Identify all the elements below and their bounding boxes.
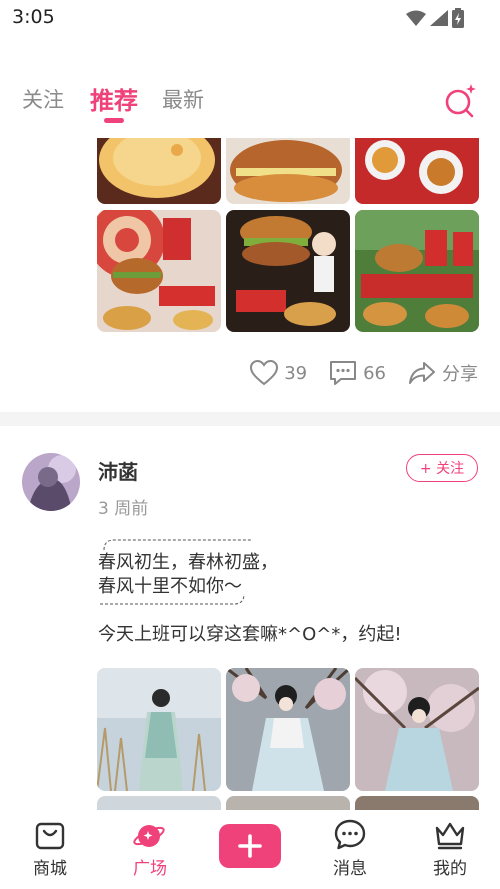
nav-profile[interactable]: 我的 <box>410 818 490 879</box>
post-photo[interactable] <box>97 796 221 810</box>
post-divider <box>0 412 500 426</box>
quote-line: 春风初生，春林初盛， <box>98 552 278 573</box>
cellular-signal-icon <box>430 10 448 26</box>
battery-icon <box>452 8 464 28</box>
post-photo[interactable] <box>226 210 350 332</box>
post-photo[interactable] <box>355 668 479 791</box>
tab-recommended[interactable]: 推荐 <box>90 81 138 116</box>
post-photo[interactable] <box>226 796 350 810</box>
chat-bubble-icon <box>334 819 366 850</box>
nav-messages[interactable]: 消息 <box>310 818 390 879</box>
planet-icon <box>133 825 165 847</box>
wifi-icon <box>406 10 426 26</box>
top-tab-bar: 关注 推荐 最新 <box>0 78 500 128</box>
post-photo[interactable] <box>355 138 479 204</box>
avatar[interactable] <box>22 453 80 511</box>
create-post-button[interactable] <box>219 824 281 868</box>
nav-label: 消息 <box>333 859 367 879</box>
post-photo[interactable] <box>355 796 479 810</box>
nav-mall[interactable]: 商城 <box>10 818 90 879</box>
quote-block: 春风初生，春林初盛， 春风十里不如你～ <box>98 536 278 608</box>
status-icons <box>406 8 464 28</box>
post-photo[interactable] <box>226 138 350 204</box>
status-time: 3:05 <box>12 6 55 28</box>
share-button[interactable]: 分享 <box>408 360 478 386</box>
nav-label: 广场 <box>133 859 167 879</box>
post-photo[interactable] <box>355 210 479 332</box>
post-photo[interactable] <box>97 668 221 791</box>
tab-latest[interactable]: 最新 <box>162 84 204 114</box>
nav-plaza[interactable]: 广场 <box>110 818 190 879</box>
bottom-nav: 商城 广场 消息 我的 <box>0 810 500 889</box>
quote-line: 春风十里不如你～ <box>98 576 242 597</box>
share-icon <box>409 362 435 384</box>
active-tab-indicator <box>104 118 124 123</box>
nav-label: 我的 <box>433 859 467 879</box>
post-photo[interactable] <box>97 138 221 204</box>
nav-label: 商城 <box>33 859 67 879</box>
post-stats-row: 39 66 分享 <box>228 358 478 388</box>
comment-count: 66 <box>363 362 386 384</box>
like-count: 39 <box>284 362 308 384</box>
bag-icon <box>35 822 65 850</box>
post-time: 3 周前 <box>98 499 149 519</box>
post-photo[interactable] <box>97 210 221 332</box>
share-label: 分享 <box>442 364 478 385</box>
status-bar: 3:05 <box>0 0 500 34</box>
follow-button[interactable]: + 关注 <box>406 454 478 482</box>
tab-following[interactable]: 关注 <box>22 84 64 114</box>
feed[interactable]: 39 66 分享 沛菡 3 周前 + 关注 春风初生，春林初盛， 春风十里不如你… <box>0 138 500 810</box>
like-button[interactable]: 39 <box>250 360 307 386</box>
heart-icon <box>250 360 279 386</box>
app-screen: 3:05 关注 推荐 最新 39 66 分享 沛菡 3 周前 + 关注 春风初生… <box>0 0 500 889</box>
crown-icon <box>435 822 465 850</box>
plus-icon <box>238 834 262 858</box>
comment-button[interactable]: 66 <box>329 360 386 386</box>
username[interactable]: 沛菡 <box>98 456 138 485</box>
post-body-text: 今天上班可以穿这套嘛*^O^*，约起! <box>98 624 402 645</box>
post-photo[interactable] <box>226 668 350 791</box>
search-icon[interactable] <box>442 82 478 118</box>
comment-icon <box>330 361 357 385</box>
